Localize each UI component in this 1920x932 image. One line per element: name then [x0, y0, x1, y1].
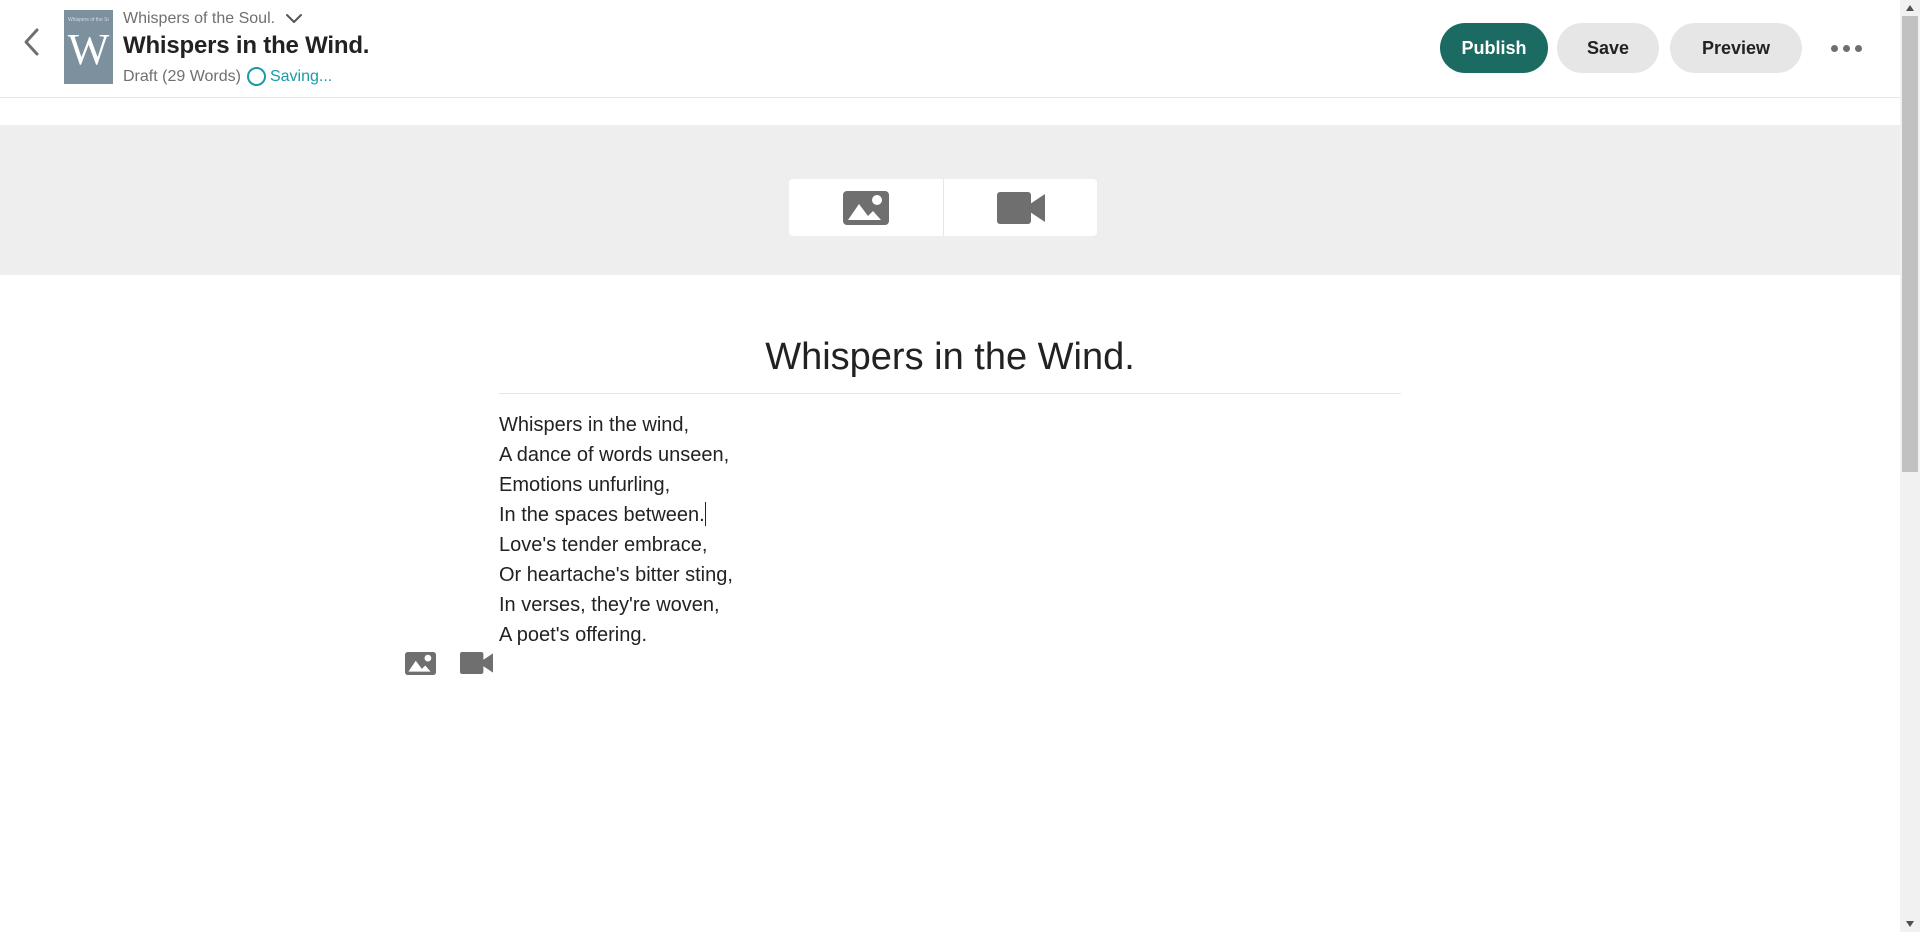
draft-status: Draft (29 Words) — [123, 67, 241, 85]
page-scrollbar[interactable] — [1900, 0, 1920, 932]
video-camera-icon — [996, 191, 1045, 224]
status-line: Draft (29 Words) Saving... — [123, 67, 332, 86]
more-dot-icon — [1830, 44, 1838, 52]
media-banner — [0, 125, 1900, 275]
title-input[interactable]: Whispers in the Wind. — [499, 330, 1401, 394]
add-image-button[interactable] — [789, 179, 943, 236]
story-name: Whispers of the Soul. — [123, 10, 276, 27]
cover-letter: W — [67, 25, 110, 74]
scroll-down-arrow[interactable] — [1900, 916, 1920, 932]
body-line: Or heartache's bitter sting, — [499, 564, 733, 586]
chevron-down-icon — [286, 14, 303, 23]
scrollbar-thumb[interactable] — [1902, 16, 1918, 472]
caret-up-icon — [1906, 5, 1914, 11]
saving-indicator: Saving... — [246, 67, 333, 86]
story-cover: Whispers of the Soul W — [64, 10, 113, 84]
body-line: Whispers in the wind, — [499, 414, 690, 436]
video-camera-icon — [459, 652, 493, 674]
media-picker — [789, 179, 1097, 236]
body-line: Emotions unfurling, — [499, 474, 671, 496]
part-title: Whispers in the Wind. — [123, 32, 370, 59]
save-button[interactable]: Save — [1557, 23, 1659, 73]
preview-button[interactable]: Preview — [1670, 23, 1802, 73]
publish-button[interactable]: Publish — [1440, 23, 1548, 73]
editor-header: Whispers of the Soul W Whispers of the S… — [0, 0, 1900, 98]
image-icon — [843, 190, 889, 225]
body-line: A poet's offering. — [499, 624, 647, 646]
add-video-button[interactable] — [943, 179, 1097, 236]
more-dot-icon — [1842, 44, 1850, 52]
body-line: Love's tender embrace, — [499, 534, 708, 556]
chevron-left-icon — [24, 28, 39, 56]
caret-down-icon — [1906, 921, 1914, 927]
cover-small-text: Whispers of the Soul — [68, 17, 109, 23]
text-caret — [704, 502, 706, 526]
spinner-icon — [246, 67, 266, 86]
saving-status: Saving... — [269, 67, 333, 85]
body-line: A dance of words unseen, — [499, 444, 730, 466]
inline-add-image-button[interactable] — [404, 648, 436, 678]
story-selector[interactable]: Whispers of the Soul. — [123, 10, 303, 28]
image-icon — [404, 651, 436, 675]
body-line: In the spaces between. — [499, 504, 705, 526]
scroll-up-arrow[interactable] — [1900, 0, 1920, 16]
story-body-editor[interactable]: Whispers in the wind, A dance of words u… — [499, 410, 1401, 650]
more-dot-icon — [1854, 44, 1862, 52]
inline-add-video-button[interactable] — [459, 648, 493, 678]
back-button[interactable] — [14, 24, 50, 60]
body-line: In verses, they're woven, — [499, 594, 720, 616]
more-options-button[interactable] — [1826, 34, 1866, 62]
body-line-with-caret: In the spaces between. — [499, 500, 1401, 530]
